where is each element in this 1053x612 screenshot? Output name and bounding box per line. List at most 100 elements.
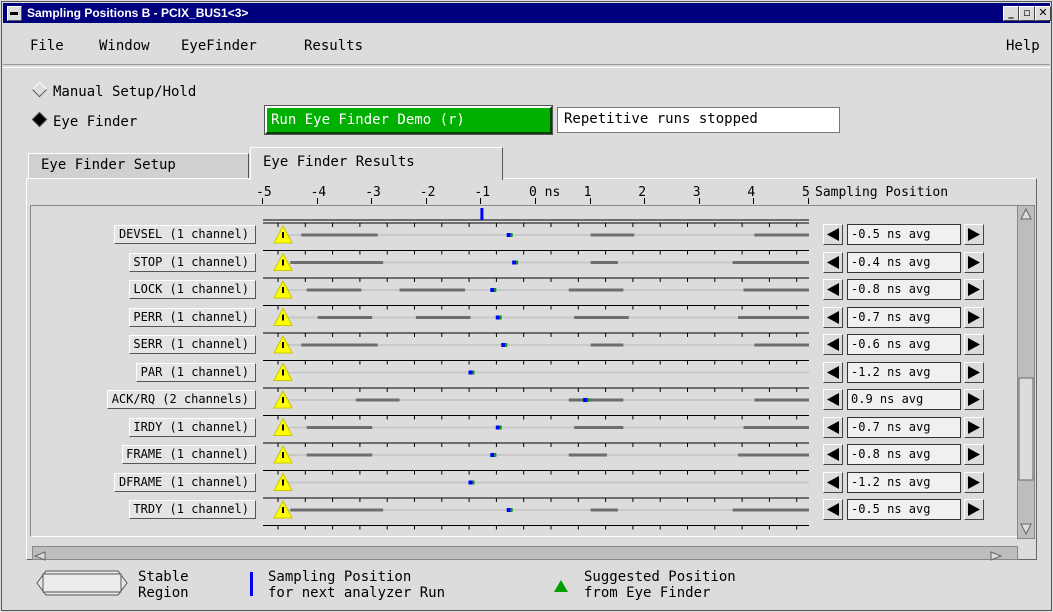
legend-suggested-l1: Suggested Position: [584, 569, 736, 585]
minimize-button[interactable]: _: [1003, 6, 1019, 21]
decrease-position-button[interactable]: [823, 279, 843, 300]
tab-eye-finder-results[interactable]: Eye Finder Results: [250, 147, 503, 180]
menu-file[interactable]: File: [30, 38, 64, 54]
scale-tick-label: 4: [747, 185, 756, 200]
menu-eyefinder[interactable]: EyeFinder: [181, 38, 257, 54]
left-arrow-icon: [827, 420, 839, 434]
radio-on-icon: [31, 111, 48, 128]
increase-position-button[interactable]: [964, 251, 984, 273]
decrease-position-button[interactable]: [823, 471, 843, 493]
radio-eye-finder[interactable]: Eye Finder: [31, 111, 137, 130]
left-arrow-icon: [827, 310, 839, 324]
horizontal-scrollbar[interactable]: [32, 546, 1018, 561]
decrease-position-button[interactable]: [823, 444, 843, 465]
radio-manual-setup-hold[interactable]: Manual Setup/Hold: [31, 81, 197, 100]
legend-stable-l1: Stable: [138, 569, 189, 585]
sampling-position-marker-icon: [250, 572, 253, 596]
decrease-position-button[interactable]: [823, 416, 843, 438]
position-value-field[interactable]: -1.2 ns avg: [847, 471, 961, 493]
scale-tick-label: -2: [419, 185, 436, 200]
increase-position-button[interactable]: [964, 279, 984, 300]
scale-tick-mark: [317, 198, 318, 204]
scale-tick-label: -4: [310, 185, 327, 200]
decrease-position-button[interactable]: [823, 306, 843, 328]
signal-label-button[interactable]: ACK/RQ (2 channels): [107, 390, 256, 409]
signal-label-button[interactable]: DFRAME (1 channel): [114, 472, 256, 492]
right-arrow-icon: [968, 338, 980, 351]
signal-label-button[interactable]: LOCK (1 channel): [128, 280, 256, 299]
increase-position-button[interactable]: [964, 444, 984, 465]
decrease-position-button[interactable]: [823, 499, 843, 520]
menu-help[interactable]: Help: [1006, 38, 1040, 54]
run-eye-finder-button[interactable]: Run Eye Finder Demo (r): [264, 105, 553, 135]
signal-label-button[interactable]: IRDY (1 channel): [128, 417, 256, 437]
position-value-field[interactable]: -0.5 ns avg: [847, 499, 961, 520]
position-value-field[interactable]: 0.9 ns avg: [847, 389, 961, 410]
menu-separator: [3, 64, 1050, 68]
decrease-position-button[interactable]: [823, 389, 843, 410]
decrease-position-button[interactable]: [823, 224, 843, 245]
scale-tick-mark: [753, 198, 754, 204]
signal-label-button[interactable]: TRDY (1 channel): [128, 500, 256, 519]
left-arrow-icon: [827, 475, 839, 489]
left-arrow-icon: [827, 255, 839, 269]
vscroll-thumb[interactable]: [1018, 377, 1034, 481]
increase-position-button[interactable]: [964, 499, 984, 520]
scale-tick-mark: [590, 198, 591, 204]
increase-position-button[interactable]: [964, 416, 984, 438]
decrease-position-button[interactable]: [823, 361, 843, 383]
vscroll-arrows-icon: [1018, 207, 1034, 536]
title-bar[interactable]: Sampling Positions B - PCIX_BUS1<3> _ ▫ …: [3, 3, 1051, 23]
position-value-field[interactable]: -0.5 ns avg: [847, 224, 961, 245]
signal-label-button[interactable]: DEVSEL (1 channel): [114, 225, 256, 244]
position-value-field[interactable]: -0.7 ns avg: [847, 416, 961, 438]
position-value-field[interactable]: -1.2 ns avg: [847, 361, 961, 383]
increase-position-button[interactable]: [964, 361, 984, 383]
signal-label-button[interactable]: PAR (1 channel): [136, 362, 256, 382]
window-title: Sampling Positions B - PCIX_BUS1<3>: [27, 6, 249, 20]
position-value-field[interactable]: -0.8 ns avg: [847, 444, 961, 465]
signal-label-button[interactable]: STOP (1 channel): [128, 252, 256, 272]
position-value-field[interactable]: -0.7 ns avg: [847, 306, 961, 328]
increase-position-button[interactable]: [964, 224, 984, 245]
tab-eye-finder-setup[interactable]: Eye Finder Setup: [28, 153, 249, 178]
right-arrow-icon: [968, 475, 980, 489]
vertical-scrollbar[interactable]: [1017, 205, 1035, 539]
signal-label-button[interactable]: PERR (1 channel): [128, 307, 256, 327]
signals-plot-area: DEVSEL (1 channel) -0.5 ns avg STOP (1 cha…: [30, 205, 1018, 537]
signal-label-button[interactable]: FRAME (1 channel): [121, 445, 256, 464]
radio-manual-label: Manual Setup/Hold: [53, 84, 197, 100]
scale-tick-mark: [535, 198, 536, 204]
suggested-position-icon: [554, 580, 568, 592]
right-arrow-icon: [968, 228, 980, 241]
left-arrow-icon: [827, 228, 839, 241]
decrease-position-button[interactable]: [823, 251, 843, 273]
scale-tick-mark: [371, 198, 372, 204]
legend-suggested-l2: from Eye Finder: [584, 585, 711, 601]
left-arrow-icon: [827, 338, 839, 351]
scale-tick-mark: [480, 198, 481, 204]
position-value-field[interactable]: -0.4 ns avg: [847, 251, 961, 273]
decrease-position-button[interactable]: [823, 334, 843, 355]
scale-tick-mark: [808, 198, 809, 204]
increase-position-button[interactable]: [964, 389, 984, 410]
legend: Stable Region Sampling Position for next…: [26, 564, 1037, 604]
menu-results[interactable]: Results: [304, 38, 363, 54]
system-menu-icon[interactable]: [7, 6, 22, 21]
increase-position-button[interactable]: [964, 471, 984, 493]
scale-tick-label: -3: [365, 185, 381, 200]
position-value-field[interactable]: -0.8 ns avg: [847, 279, 961, 300]
increase-position-button[interactable]: [964, 334, 984, 355]
scale-tick-label: 0 ns: [529, 185, 561, 200]
sampling-position-header: Sampling Position: [815, 185, 949, 200]
menu-window[interactable]: Window: [99, 38, 150, 54]
close-button[interactable]: ✕: [1035, 6, 1051, 21]
increase-position-button[interactable]: [964, 306, 984, 328]
right-arrow-icon: [968, 393, 980, 406]
maximize-button[interactable]: ▫: [1019, 6, 1035, 21]
right-arrow-icon: [968, 310, 980, 324]
signal-label-button[interactable]: SERR (1 channel): [128, 335, 256, 354]
left-arrow-icon: [827, 283, 839, 296]
left-arrow-icon: [827, 393, 839, 406]
position-value-field[interactable]: -0.6 ns avg: [847, 334, 961, 355]
